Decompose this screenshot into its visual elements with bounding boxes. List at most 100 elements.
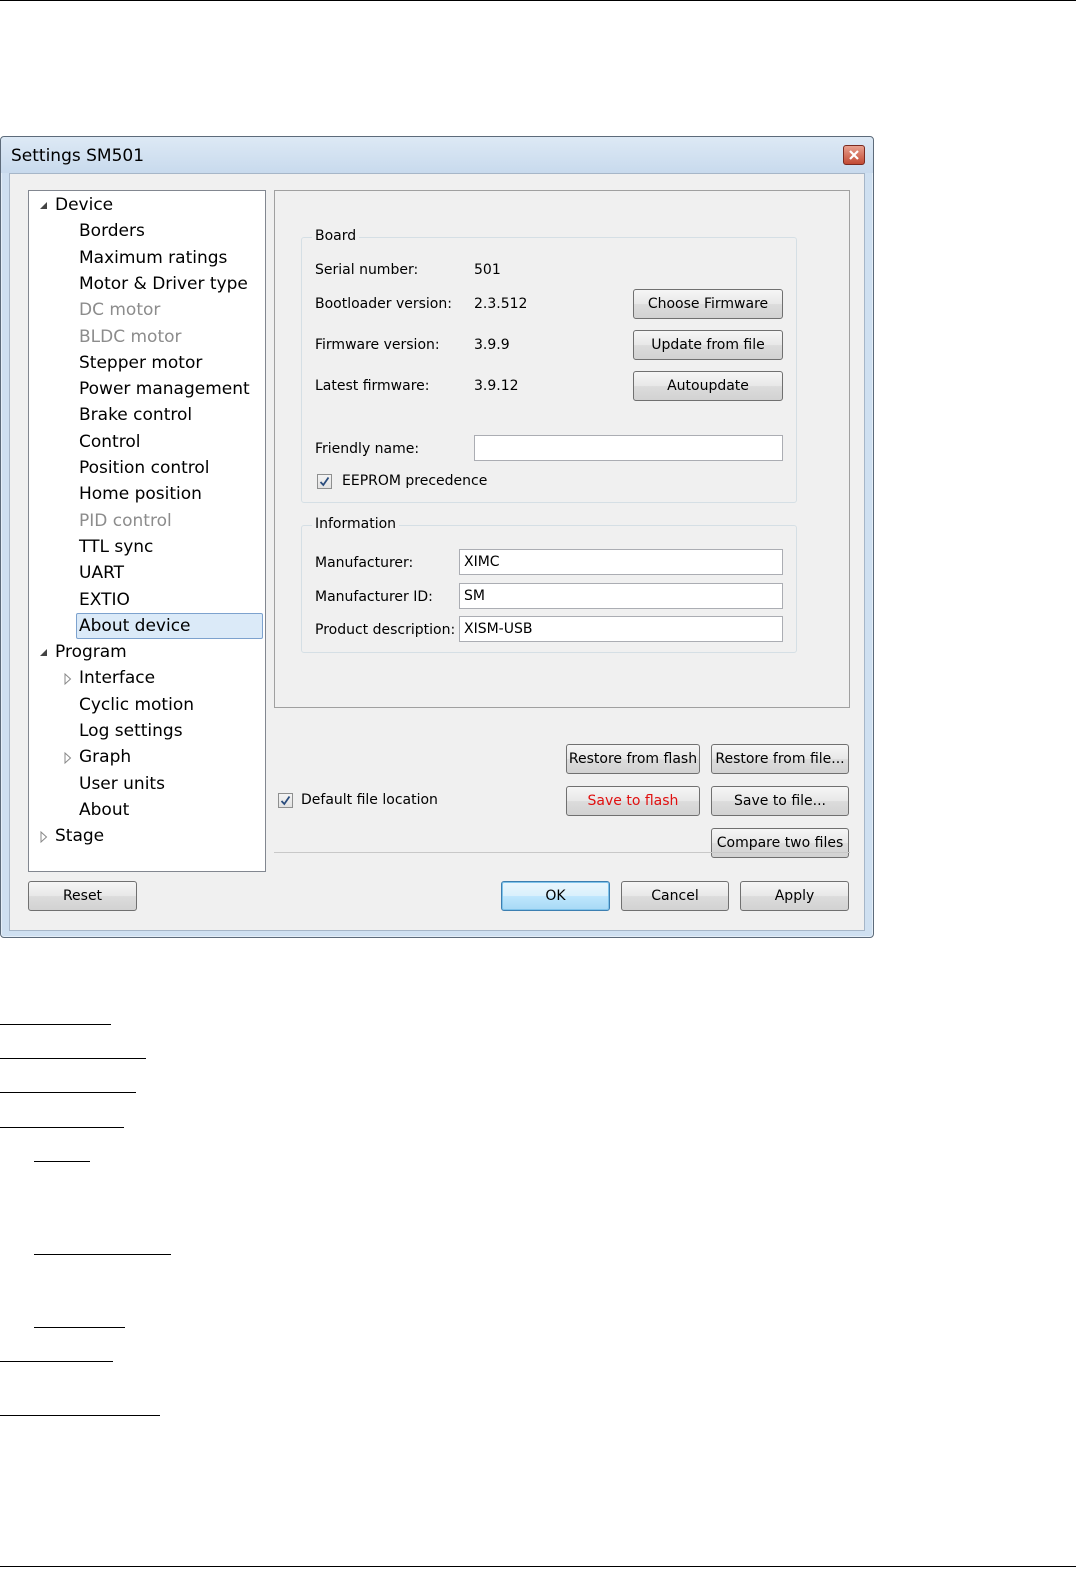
tree-item-pid-control[interactable]: PID control bbox=[79, 508, 172, 534]
tree-item-maximum-ratings[interactable]: Maximum ratings bbox=[79, 245, 227, 271]
bootloader-version-label: Bootloader version: bbox=[315, 296, 452, 312]
window-title: Settings SM501 bbox=[11, 146, 145, 166]
page-bottom-rule bbox=[0, 1566, 1076, 1567]
tree-item-interface[interactable]: Interface bbox=[79, 665, 155, 691]
expanded-triangle-icon[interactable] bbox=[37, 645, 51, 659]
information-group: Information Manufacturer: XIMC Manufactu… bbox=[301, 516, 797, 653]
tree-item-label: TTL sync bbox=[79, 536, 154, 557]
footer-separator bbox=[274, 852, 850, 853]
tree-item-label: Stepper motor bbox=[79, 352, 203, 373]
default-file-location-checkbox[interactable] bbox=[278, 793, 293, 808]
tree-item-cyclic-motion[interactable]: Cyclic motion bbox=[79, 692, 194, 718]
tree-item-label: About device bbox=[79, 615, 191, 636]
collapsed-triangle-icon[interactable] bbox=[61, 750, 75, 765]
tree-item-bldc-motor[interactable]: BLDC motor bbox=[79, 324, 182, 350]
apply-button[interactable]: Apply bbox=[740, 881, 849, 911]
autoupdate-button[interactable]: Autoupdate bbox=[633, 371, 783, 401]
save-to-file-button[interactable]: Save to file... bbox=[711, 786, 849, 816]
tree-item-label: Cyclic motion bbox=[79, 694, 194, 715]
restore-from-flash-button[interactable]: Restore from flash bbox=[566, 744, 700, 774]
ok-button[interactable]: OK bbox=[501, 881, 610, 911]
serial-number-label: Serial number: bbox=[315, 262, 419, 278]
tree-item-stepper-motor[interactable]: Stepper motor bbox=[79, 350, 202, 376]
friendly-name-input[interactable] bbox=[474, 435, 783, 461]
collapsed-triangle-icon[interactable] bbox=[37, 829, 51, 844]
latest-firmware-value: 3.9.12 bbox=[474, 378, 519, 394]
tree-item-dc-motor[interactable]: DC motor bbox=[79, 297, 160, 323]
manufacturer-id-field[interactable]: SM bbox=[459, 583, 783, 609]
tree-item-label: Motor & Driver type bbox=[79, 273, 248, 294]
tree-item-device[interactable]: Device bbox=[55, 192, 113, 218]
serial-number-value: 501 bbox=[474, 262, 501, 278]
tree-item-label: UART bbox=[79, 563, 125, 584]
tree-item-label: Maximum ratings bbox=[79, 247, 228, 268]
tree-item-label: Borders bbox=[79, 221, 145, 242]
page-top-rule bbox=[0, 0, 1076, 1]
product-description-field[interactable]: XISM-USB bbox=[459, 616, 783, 642]
tree-item-label: Position control bbox=[79, 458, 210, 478]
compare-two-files-button[interactable]: Compare two files bbox=[711, 828, 849, 858]
tree-item-label: Interface bbox=[79, 668, 156, 689]
tree-item-extio[interactable]: EXTIO bbox=[79, 587, 130, 613]
tree-item-label: Control bbox=[79, 431, 141, 452]
eeprom-precedence-label: EEPROM precedence bbox=[342, 473, 488, 489]
tree-item-position-control[interactable]: Position control bbox=[79, 455, 210, 481]
manufacturer-field[interactable]: XIMC bbox=[459, 549, 783, 575]
friendly-name-label: Friendly name: bbox=[315, 441, 420, 457]
tree-item-graph[interactable]: Graph bbox=[79, 744, 131, 770]
tree-item-label: Stage bbox=[55, 826, 105, 847]
index-rule bbox=[0, 1127, 124, 1128]
reset-button[interactable]: Reset bbox=[28, 881, 137, 911]
index-rule bbox=[0, 1058, 146, 1059]
eeprom-precedence-checkbox[interactable] bbox=[317, 474, 332, 489]
manufacturer-label: Manufacturer: bbox=[315, 555, 414, 571]
update-from-file-button[interactable]: Update from file bbox=[633, 330, 783, 360]
about-device-panel: Board Serial number: 501 Bootloader vers… bbox=[274, 190, 850, 708]
tree-item-program[interactable]: Program bbox=[55, 639, 127, 665]
product-description-label: Product description: bbox=[315, 622, 456, 638]
cancel-button[interactable]: Cancel bbox=[621, 881, 729, 911]
tree-item-control[interactable]: Control bbox=[79, 429, 140, 455]
settings-tree: Device Borders Maximum ratings Motor & Driv… bbox=[28, 190, 266, 872]
title-bar[interactable]: Settings SM501 bbox=[1, 137, 873, 173]
tree-item-label: User units bbox=[79, 773, 165, 794]
manufacturer-id-label: Manufacturer ID: bbox=[315, 589, 433, 605]
tree-item-label: PID control bbox=[79, 510, 172, 531]
tree-item-home-position[interactable]: Home position bbox=[79, 481, 202, 507]
tree-item-borders[interactable]: Borders bbox=[79, 218, 145, 244]
tree-item-label: Log settings bbox=[79, 721, 183, 741]
tree-item-brake-control[interactable]: Brake control bbox=[79, 402, 192, 428]
checkmark-icon bbox=[280, 795, 291, 806]
tree-item-log-settings[interactable]: Log settings bbox=[79, 718, 183, 744]
tree-item-stage[interactable]: Stage bbox=[55, 823, 104, 849]
tree-item-label: BLDC motor bbox=[79, 326, 182, 347]
restore-from-file-button[interactable]: Restore from file... bbox=[711, 744, 849, 774]
default-file-location-label: Default file location bbox=[301, 792, 438, 808]
tree-item-motor-driver-type[interactable]: Motor & Driver type bbox=[79, 271, 248, 297]
tree-item-ttl-sync[interactable]: TTL sync bbox=[79, 534, 153, 560]
tree-item-about-device[interactable]: About device bbox=[76, 612, 263, 639]
firmware-version-value: 3.9.9 bbox=[474, 337, 510, 353]
tree-item-label: DC motor bbox=[79, 300, 161, 321]
tree-item-label: Program bbox=[55, 642, 127, 663]
checkmark-icon bbox=[319, 476, 330, 487]
collapsed-triangle-icon[interactable] bbox=[61, 671, 75, 686]
index-rule bbox=[34, 1161, 90, 1162]
firmware-version-label: Firmware version: bbox=[315, 337, 440, 353]
tree-item-power-management[interactable]: Power management bbox=[79, 376, 250, 402]
save-to-flash-button[interactable]: Save to flash bbox=[566, 786, 700, 816]
expanded-triangle-icon[interactable] bbox=[37, 198, 51, 212]
index-rule bbox=[34, 1327, 125, 1328]
tree-item-label: Power management bbox=[79, 379, 250, 400]
index-rule bbox=[0, 1092, 136, 1093]
information-group-title: Information bbox=[312, 516, 400, 532]
close-button[interactable] bbox=[843, 145, 865, 165]
bootloader-version-value: 2.3.512 bbox=[474, 296, 528, 312]
tree-item-uart[interactable]: UART bbox=[79, 560, 124, 586]
tree-item-about[interactable]: About bbox=[79, 797, 129, 823]
board-group-title: Board bbox=[312, 228, 360, 244]
tree-item-label: Home position bbox=[79, 484, 202, 505]
index-rule bbox=[34, 1254, 171, 1255]
choose-firmware-button[interactable]: Choose Firmware bbox=[633, 289, 783, 319]
tree-item-user-units[interactable]: User units bbox=[79, 771, 165, 797]
